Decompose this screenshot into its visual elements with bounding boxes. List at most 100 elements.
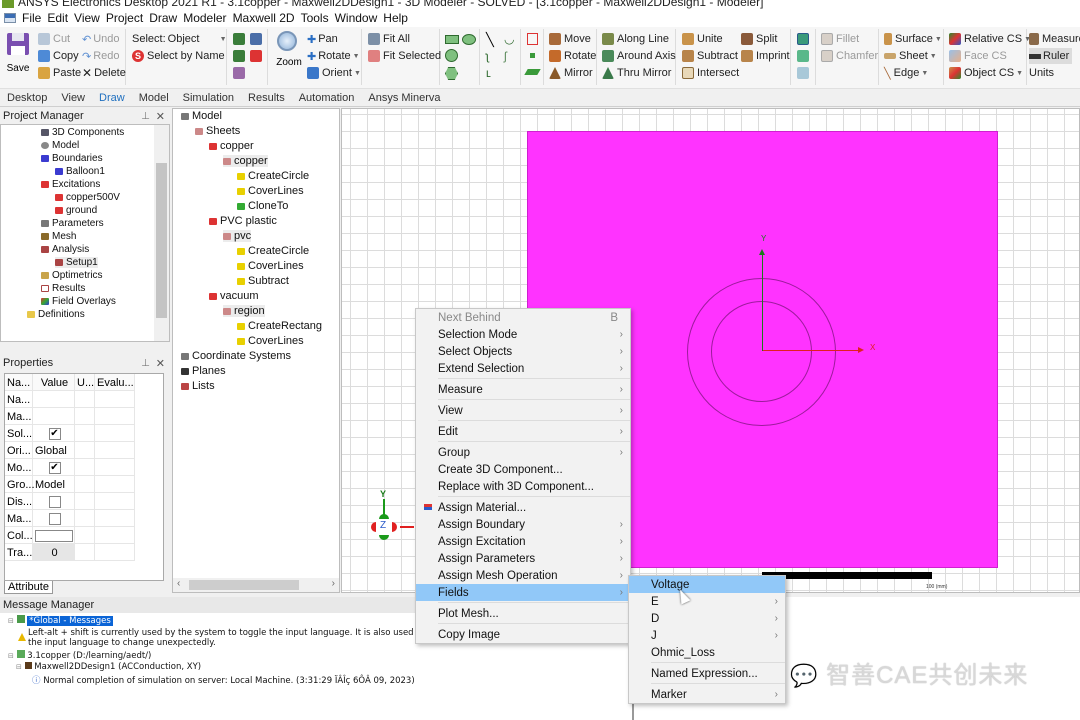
fit-all-button[interactable]: Fit All (368, 31, 410, 47)
scroll-thumb[interactable] (156, 163, 167, 318)
history-item-sheets[interactable]: Sheets (195, 125, 240, 137)
rectangle-icon[interactable] (445, 35, 459, 44)
menu-item-plot-mesh[interactable]: Plot Mesh... (416, 605, 630, 622)
tree-item-balloon1[interactable]: Balloon1 (55, 166, 105, 177)
history-item-create-circle[interactable]: CreateCircle (237, 245, 309, 257)
mirror-button[interactable]: Mirror (549, 65, 593, 81)
menu-item-assign-material[interactable]: Assign Material... (416, 499, 630, 516)
property-color-swatch[interactable] (33, 527, 75, 544)
menu-item-assign-parameters[interactable]: Assign Parameters › (416, 550, 630, 567)
menu-tools[interactable]: Tools (301, 11, 329, 25)
tree-item-setup1[interactable]: Setup1 (55, 257, 98, 268)
property-checkbox[interactable] (33, 510, 75, 527)
history-item-cover-lines[interactable]: CoverLines (237, 335, 304, 347)
history-item-material[interactable]: PVC plastic (209, 215, 277, 227)
show-all-icon[interactable] (250, 33, 262, 45)
menu-item-group[interactable]: Group › (416, 444, 630, 461)
polygon-icon[interactable] (445, 67, 458, 80)
tree-item-excitations[interactable]: Excitations (41, 179, 100, 190)
pan-button[interactable]: ✚ Pan (307, 31, 338, 47)
history-item-object[interactable]: pvc (223, 230, 252, 242)
msg-project[interactable]: ⊟ 3.1copper (D:/learning/aedt/) (8, 650, 151, 661)
point-icon[interactable] (530, 53, 535, 58)
menu-item-assign-boundary[interactable]: Assign Boundary › (416, 516, 630, 533)
ruler-button[interactable]: Ruler (1029, 48, 1073, 64)
menu-maxwell2d[interactable]: Maxwell 2D (233, 11, 295, 25)
hide-selected-icon[interactable] (233, 67, 245, 79)
tab-results[interactable]: Results (241, 92, 292, 104)
hide-icon[interactable] (250, 50, 262, 62)
history-item-material[interactable]: copper (209, 140, 254, 152)
units-button[interactable]: Units (1029, 65, 1054, 81)
show-icon[interactable] (233, 33, 245, 45)
history-item-planes[interactable]: Planes (181, 365, 226, 377)
window-menu-icon[interactable] (4, 13, 16, 23)
checkbox[interactable] (48, 495, 61, 508)
orientation-triad[interactable]: Y Z (369, 489, 419, 549)
menu-item-selection-mode[interactable]: Selection Mode › (416, 326, 630, 343)
measure-button[interactable]: Measure (1029, 31, 1080, 47)
spline-icon[interactable]: ʅ (486, 49, 489, 63)
submenu-item-voltage[interactable]: Voltage (629, 576, 785, 593)
menu-item-copy-image[interactable]: Copy Image (416, 626, 630, 643)
menu-item-next-behind[interactable]: Next Behind B (416, 309, 630, 326)
history-item-object[interactable]: copper (223, 155, 268, 167)
rotate-object-button[interactable]: Rotate (549, 48, 596, 64)
copy-button[interactable]: Copy (38, 48, 79, 64)
orient-button[interactable]: Orient ▼ (307, 65, 361, 81)
line-icon[interactable]: ╲ (486, 32, 494, 48)
checkbox[interactable] (48, 512, 61, 525)
menu-window[interactable]: Window (335, 11, 378, 25)
delete-button[interactable]: ✕ Delete (82, 65, 126, 81)
tree-item-definitions[interactable]: Definitions (27, 309, 85, 320)
history-item-cover-lines[interactable]: CoverLines (237, 260, 304, 272)
fillet-button[interactable]: Fillet (821, 31, 859, 47)
split-button[interactable]: Split (741, 31, 777, 47)
pin-icon[interactable]: ⊥ (141, 111, 150, 122)
property-checkbox[interactable]: ✔ (33, 425, 75, 442)
close-icon[interactable]: ✕ (156, 357, 165, 370)
menu-item-edit[interactable]: Edit › (416, 423, 630, 440)
tree-item-parameters[interactable]: Parameters (41, 218, 104, 229)
tab-simulation[interactable]: Simulation (176, 92, 241, 104)
submenu-item-named-expression[interactable]: Named Expression... (629, 665, 785, 682)
tree-item-analysis[interactable]: Analysis (41, 244, 89, 255)
menu-edit[interactable]: Edit (47, 11, 68, 25)
submenu-item-d[interactable]: D › (629, 610, 785, 627)
move-button[interactable]: Move (549, 31, 591, 47)
submenu-item-marker[interactable]: Marker › (629, 686, 785, 703)
ellipse-icon[interactable] (462, 34, 476, 45)
center-arc-icon[interactable]: ʟ (486, 66, 491, 80)
menu-item-create-3d-component[interactable]: Create 3D Component... (416, 461, 630, 478)
menu-modeler[interactable]: Modeler (183, 11, 226, 25)
zoom-button[interactable]: Zoom (275, 31, 303, 83)
submenu-item-ohmic-loss[interactable]: Ohmic_Loss (629, 644, 785, 661)
box-icon[interactable] (527, 33, 538, 45)
menu-item-assign-mesh-operation[interactable]: Assign Mesh Operation › (416, 567, 630, 584)
show-selected-icon[interactable] (233, 50, 245, 62)
equation-curve-icon[interactable]: ʃ (504, 49, 507, 63)
surface-button[interactable]: Surface ▼ (884, 31, 942, 47)
menu-help[interactable]: Help (383, 11, 408, 25)
tree-item-boundaries[interactable]: Boundaries (41, 153, 103, 164)
property-checkbox[interactable] (33, 493, 75, 510)
history-item-create-circle[interactable]: CreateCircle (237, 170, 309, 182)
menu-item-view[interactable]: View › (416, 402, 630, 419)
tab-ansys-minerva[interactable]: Ansys Minerva (361, 92, 447, 104)
history-item-lists[interactable]: Lists (181, 380, 215, 392)
tree-item-model[interactable]: Model (41, 140, 79, 151)
fit-selected-button[interactable]: Fit Selected (368, 48, 441, 64)
relative-cs-button[interactable]: Relative CS ▼ (949, 31, 1031, 47)
menu-item-assign-excitation[interactable]: Assign Excitation › (416, 533, 630, 550)
save-button[interactable]: Save (4, 31, 32, 81)
thru-mirror-button[interactable]: Thru Mirror (602, 65, 671, 81)
history-item-model[interactable]: Model (181, 110, 222, 122)
along-line-button[interactable]: Along Line (602, 31, 669, 47)
edge-button[interactable]: ╲ Edge ▼ (884, 65, 928, 81)
menu-project[interactable]: Project (106, 11, 143, 25)
sweep-along-vector-icon[interactable] (797, 33, 809, 45)
sheet-button[interactable]: Sheet ▼ (884, 48, 937, 64)
history-item-clone-to[interactable]: CloneTo (237, 200, 288, 212)
menu-view[interactable]: View (74, 11, 100, 25)
attribute-tab[interactable]: Attribute (4, 581, 53, 594)
